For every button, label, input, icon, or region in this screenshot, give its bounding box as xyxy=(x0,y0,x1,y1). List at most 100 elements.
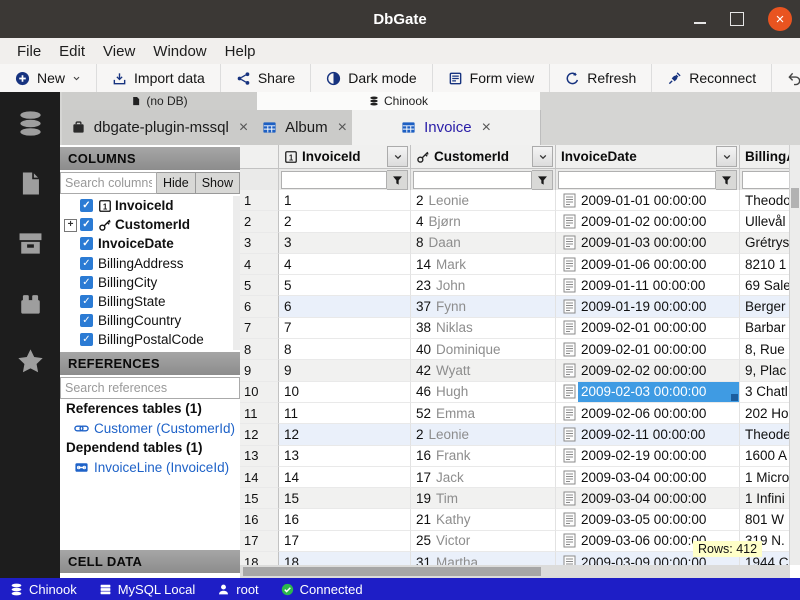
cell-billingaddress[interactable]: Ullevål xyxy=(740,211,790,232)
row-number[interactable]: 16 xyxy=(240,509,279,530)
horizontal-scrollbar-thumb[interactable] xyxy=(243,567,541,576)
checkbox[interactable]: ✓ xyxy=(80,276,93,289)
cell-billingaddress[interactable]: 801 W xyxy=(740,509,790,530)
tab-dbgate-plugin-mssql[interactable]: dbgate-plugin-mssql × xyxy=(62,110,258,145)
cell-customerid[interactable]: 19Tim xyxy=(411,488,556,509)
row-number[interactable]: 15 xyxy=(240,488,279,509)
row-number[interactable]: 11 xyxy=(240,403,279,424)
column-list-item[interactable]: ✓BillingPostalCode xyxy=(60,330,240,349)
cell-billingaddress[interactable]: 1 Infini xyxy=(740,488,790,509)
statusbar-user[interactable]: root xyxy=(217,582,258,597)
cell-customerid[interactable]: 25Victor xyxy=(411,531,556,552)
column-menu-button[interactable] xyxy=(716,146,737,167)
cell-billingaddress[interactable]: Grétrys xyxy=(740,233,790,254)
columns-panel-header[interactable]: COLUMNS xyxy=(60,147,240,170)
cell-billingaddress[interactable]: 1 Micro xyxy=(740,467,790,488)
cell-billingaddress[interactable]: Theodo xyxy=(740,190,790,211)
import-data-button[interactable]: Import data xyxy=(97,64,221,92)
cell-invoicedate[interactable]: 2009-02-01 00:00:00 xyxy=(556,318,740,339)
close-button[interactable]: × xyxy=(768,7,792,31)
checkbox[interactable]: ✓ xyxy=(80,218,93,231)
column-list-item[interactable]: +✓CustomerId xyxy=(60,215,240,234)
minimize-button[interactable] xyxy=(694,22,706,24)
file-icon[interactable] xyxy=(17,170,44,197)
column-list-item[interactable]: ✓BillingCountry xyxy=(60,311,240,330)
cell-invoicedate[interactable]: 2009-03-04 00:00:00 xyxy=(556,467,740,488)
cell-customerid[interactable]: 8Daan xyxy=(411,233,556,254)
cell-invoiceid[interactable]: 13 xyxy=(279,446,411,467)
cell-invoiceid[interactable]: 17 xyxy=(279,531,411,552)
checkbox[interactable]: ✓ xyxy=(80,199,93,212)
cell-customerid[interactable]: 38Niklas xyxy=(411,318,556,339)
cell-invoicedate[interactable]: 2009-01-03 00:00:00 xyxy=(556,233,740,254)
cell-invoiceid[interactable]: 2 xyxy=(279,211,411,232)
new-button[interactable]: New xyxy=(0,64,97,92)
cell-billingaddress[interactable]: 8210 1 xyxy=(740,254,790,275)
cell-invoiceid[interactable]: 8 xyxy=(279,339,411,360)
cell-billingaddress[interactable]: 202 Ho xyxy=(740,403,790,424)
statusbar-connection[interactable]: MySQL Local xyxy=(99,582,196,597)
reference-link[interactable]: Customer (CustomerId) xyxy=(60,419,240,439)
cell-billingaddress[interactable]: 1600 A xyxy=(740,446,790,467)
column-list-item[interactable]: ✓InvoiceId xyxy=(60,196,240,215)
menu-help[interactable]: Help xyxy=(216,43,265,60)
filter-menu-button[interactable] xyxy=(387,170,408,190)
cell-invoicedate[interactable]: 2009-01-19 00:00:00 xyxy=(556,296,740,317)
show-button[interactable]: Show xyxy=(196,172,240,194)
database-icon[interactable] xyxy=(17,110,44,137)
row-number[interactable]: 7 xyxy=(240,318,279,339)
search-references-input[interactable] xyxy=(60,377,240,399)
cell-customerid[interactable]: 2Leonie xyxy=(411,424,556,445)
menu-window[interactable]: Window xyxy=(144,43,215,60)
row-number[interactable]: 3 xyxy=(240,233,279,254)
cell-invoicedate[interactable]: 2009-02-11 00:00:00 xyxy=(556,424,740,445)
column-list-item[interactable]: ✓BillingAddress xyxy=(60,254,240,273)
hide-button[interactable]: Hide xyxy=(157,172,196,194)
cell-customerid[interactable]: 52Emma xyxy=(411,403,556,424)
cell-invoiceid[interactable]: 1 xyxy=(279,190,411,211)
close-icon[interactable]: × xyxy=(239,119,248,137)
cell-invoiceid[interactable]: 15 xyxy=(279,488,411,509)
checkbox[interactable]: ✓ xyxy=(80,295,93,308)
expand-icon[interactable]: + xyxy=(64,219,77,232)
column-menu-button[interactable] xyxy=(532,146,553,167)
cell-invoicedate[interactable]: 2009-03-04 00:00:00 xyxy=(556,488,740,509)
cell-billingaddress[interactable]: Berger xyxy=(740,296,790,317)
maximize-button[interactable] xyxy=(730,12,744,26)
vertical-scrollbar[interactable] xyxy=(789,145,800,565)
statusbar-database[interactable]: Chinook xyxy=(10,582,77,597)
checkbox[interactable]: ✓ xyxy=(80,257,93,270)
row-number[interactable]: 14 xyxy=(240,467,279,488)
cell-invoiceid[interactable]: 6 xyxy=(279,296,411,317)
menu-file[interactable]: File xyxy=(8,43,50,60)
column-header-customerid[interactable]: CustomerId xyxy=(411,145,556,168)
cell-billingaddress[interactable]: Barbar xyxy=(740,318,790,339)
cell-invoiceid[interactable]: 16 xyxy=(279,509,411,530)
cell-customerid[interactable]: 46Hugh xyxy=(411,382,556,403)
cell-invoicedate[interactable]: 2009-02-19 00:00:00 xyxy=(556,446,740,467)
row-number[interactable]: 12 xyxy=(240,424,279,445)
reference-link[interactable]: InvoiceLine (InvoiceId) xyxy=(60,458,240,478)
close-icon[interactable]: × xyxy=(338,119,347,137)
cell-invoiceid[interactable]: 12 xyxy=(279,424,411,445)
form-view-button[interactable]: Form view xyxy=(433,64,551,92)
cell-invoiceid[interactable]: 14 xyxy=(279,467,411,488)
checkbox[interactable]: ✓ xyxy=(80,237,93,250)
checkbox[interactable]: ✓ xyxy=(80,333,93,346)
menu-view[interactable]: View xyxy=(94,43,144,60)
tab-invoice[interactable]: Invoice × xyxy=(352,110,541,145)
dark-mode-button[interactable]: Dark mode xyxy=(311,64,432,92)
horizontal-scrollbar[interactable] xyxy=(240,565,790,578)
row-number[interactable]: 10 xyxy=(240,382,279,403)
cell-invoicedate[interactable]: 2009-03-05 00:00:00 xyxy=(556,509,740,530)
cell-customerid[interactable]: 40Dominique xyxy=(411,339,556,360)
cell-customerid[interactable]: 23John xyxy=(411,275,556,296)
cell-customerid[interactable]: 21Kathy xyxy=(411,509,556,530)
cell-customerid[interactable]: 37Fynn xyxy=(411,296,556,317)
cell-customerid[interactable]: 2Leonie xyxy=(411,190,556,211)
column-list-item[interactable]: ✓BillingState xyxy=(60,292,240,311)
column-list-item[interactable]: ✓InvoiceDate xyxy=(60,234,240,253)
checkbox[interactable]: ✓ xyxy=(80,314,93,327)
menu-edit[interactable]: Edit xyxy=(50,43,94,60)
filter-input-invoiceid[interactable] xyxy=(281,171,387,189)
